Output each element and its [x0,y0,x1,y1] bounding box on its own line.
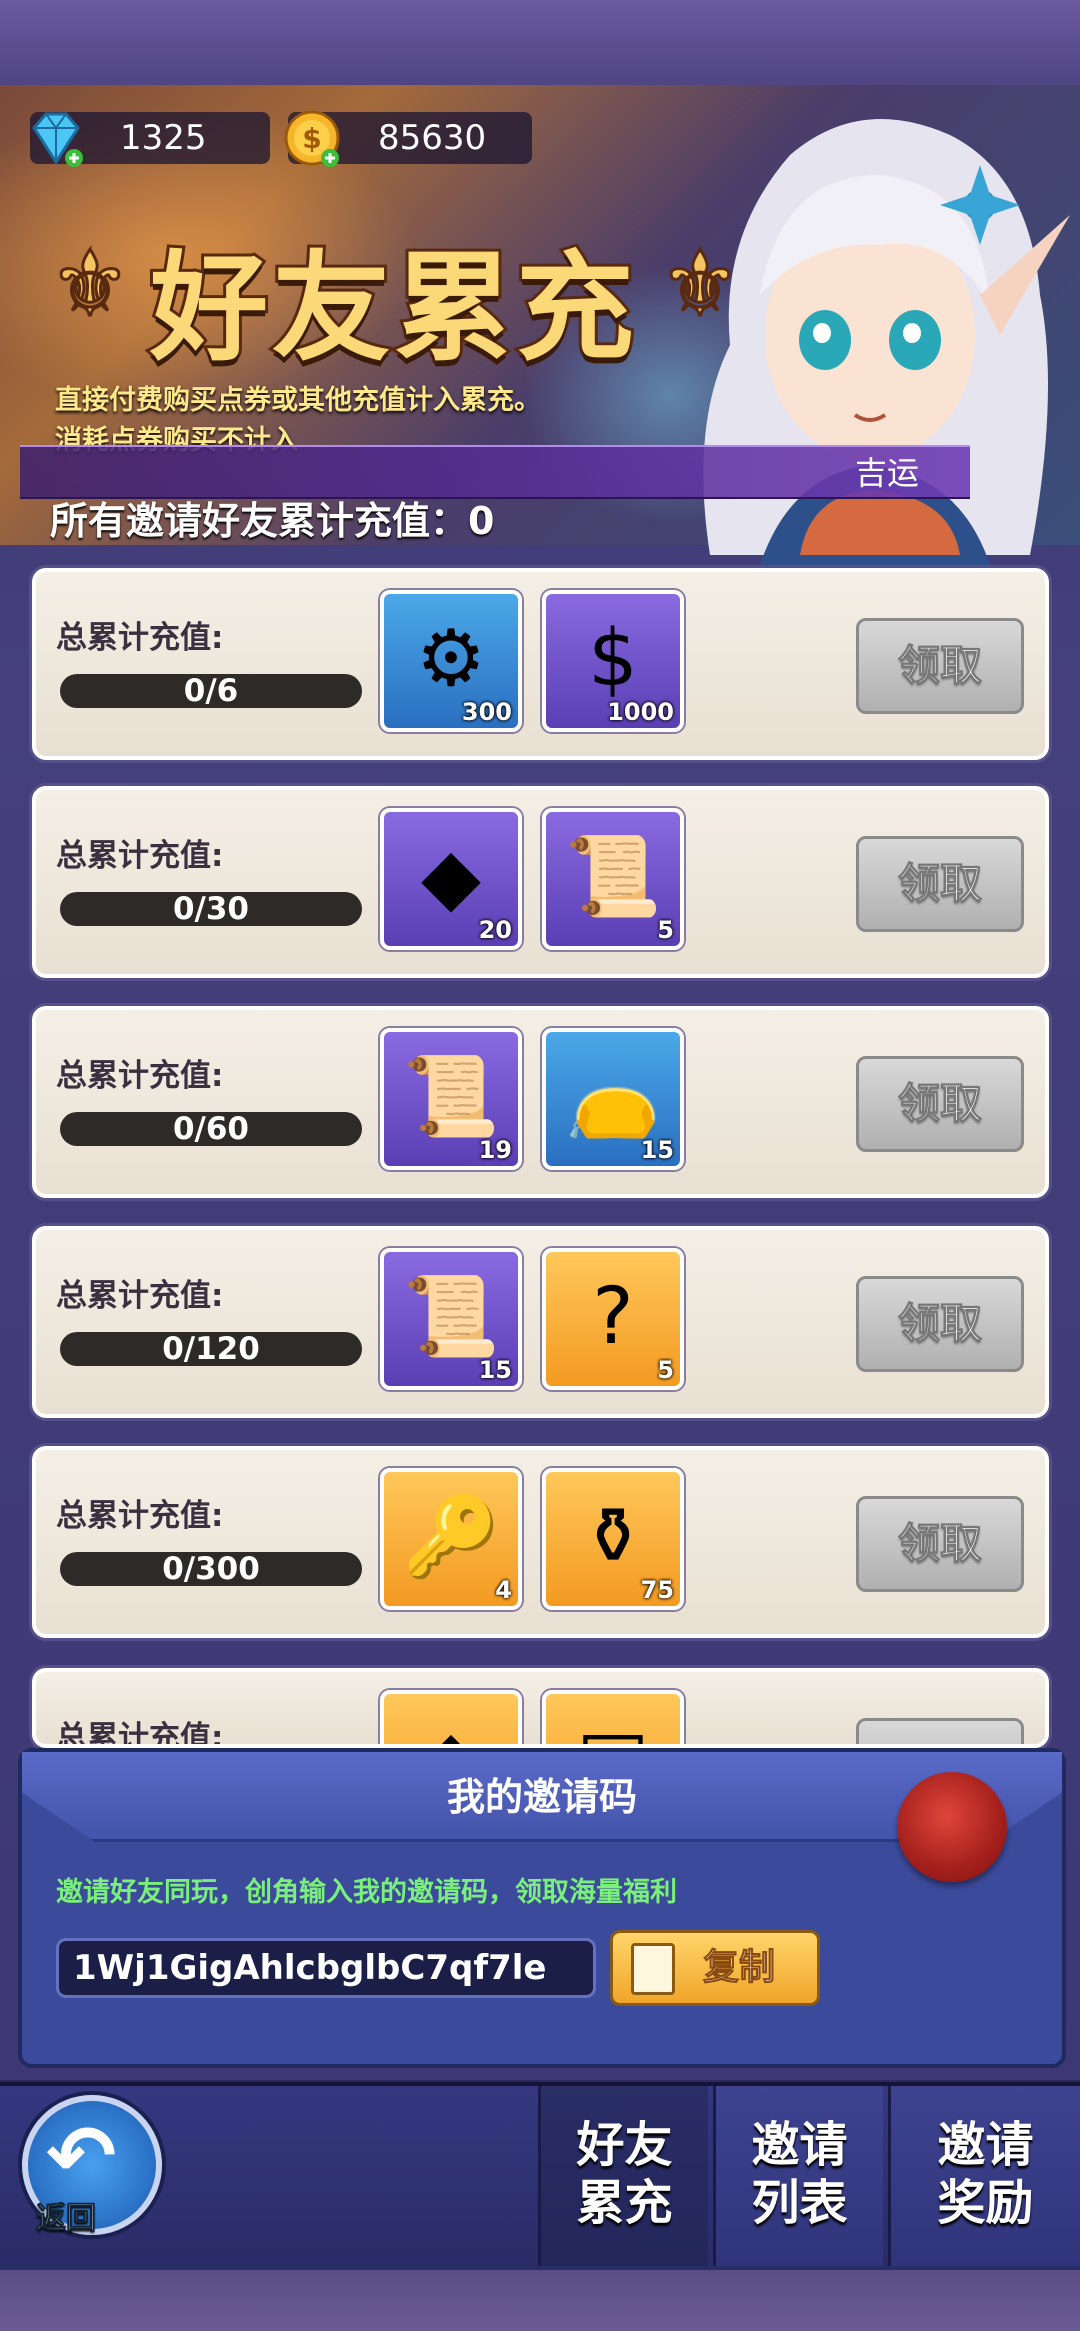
reward-item[interactable]: 🔑 4 [380,1468,522,1610]
progress-text: 0/6 [183,673,239,709]
claim-label: 领取 [897,859,982,909]
chest-icon: ▣ [546,1704,680,1744]
reward-item[interactable]: ◆ [380,1690,522,1744]
reward-item[interactable]: ⚙ 300 [380,590,522,732]
progress-bar: 0/6 [60,674,362,708]
reward-item[interactable]: 📜 19 [380,1028,522,1170]
back-arrow-icon: ↶ [46,2107,117,2205]
reward-count: 5 [657,1356,674,1384]
tier-label: 总累计充值: [56,1498,224,1534]
reward-item[interactable]: ? 5 [542,1248,684,1390]
title-block: ⚜ 好友累充 ⚜ [40,200,760,380]
subtitle-line1: 直接付费购买点券或其他充值计入累充。 [55,385,541,416]
total-recharge: 所有邀请好友累计充值：0 [50,499,495,543]
claim-label: 领取 [897,1079,982,1129]
reward-count: 1000 [607,698,674,726]
reward-item[interactable]: 📜 5 [542,808,684,950]
reward-count: 4 [495,1576,512,1604]
reward-tier-card: 总累计充值: 0/60 📜 19 👝 15 领取 [32,1006,1049,1198]
diamond-count: 1325 [120,118,207,158]
reward-item[interactable]: 📜 15 [380,1248,522,1390]
fleur-right-icon: ⚜ [658,232,742,337]
tier-label: 总累计充值: [56,1720,224,1748]
invite-code-field[interactable]: 1Wj1GigAhlcbglbC7qf7le [56,1938,596,1998]
copy-button[interactable]: 复制 [610,1930,820,2006]
progress-bar: 0/300 [60,1552,362,1586]
claim-button[interactable]: 领取 [856,1496,1024,1592]
diamond-icon: ◆ [384,1704,518,1744]
progress-text: 0/60 [172,1111,250,1147]
fleur-left-icon: ⚜ [48,232,132,337]
tab-label-line1: 邀请 [751,2117,848,2173]
reward-item[interactable]: 👝 15 [542,1028,684,1170]
reward-count: 20 [478,916,512,944]
reward-count: 5 [657,916,674,944]
progress-bar: 0/120 [60,1332,362,1366]
claim-label: 领取 [897,641,982,691]
invite-code-text: 1Wj1GigAhlcbglbC7qf7le [73,1948,547,1988]
reward-count: 300 [461,698,512,726]
reward-item[interactable]: ▣ [542,1690,684,1744]
claim-button[interactable]: 领取 [856,1056,1024,1152]
reward-tier-card: 总累计充值: 0/30 ◆ 20 📜 5 领取 [32,786,1049,978]
reward-tier-card: 总累计充值: ◆ ▣ [32,1668,1049,1748]
progress-text: 0/30 [172,891,250,927]
reward-count: 19 [478,1136,512,1164]
progress-bar: 0/30 [60,892,362,926]
bottom-scenery [0,2270,1080,2331]
wax-seal-icon [897,1772,1007,1882]
progress-text: 0/120 [162,1331,260,1367]
invite-description: 邀请好友同玩，创角输入我的邀请码，领取海量福利 [56,1877,677,1908]
tab-invite-list[interactable]: 邀请 列表 [713,2086,883,2266]
tab-label-line2: 奖励 [937,2175,1034,2231]
invite-code-panel: 我的邀请码 邀请好友同玩，创角输入我的邀请码，领取海量福利 1Wj1GigAhl… [18,1748,1066,2068]
tab-friend-recharge[interactable]: 好友 累充 [538,2086,708,2266]
tier-label: 总累计充值: [56,838,224,874]
back-label: 返回 [36,2201,97,2237]
gold-coin-icon[interactable]: $ [280,106,344,170]
reward-item[interactable]: ◆ 20 [380,808,522,950]
reward-item[interactable]: $ 1000 [542,590,684,732]
reward-tier-card: 总累计充值: 0/6 ⚙ 300 $ 1000 领取 [32,568,1049,760]
tab-invite-rewards[interactable]: 邀请 奖励 [888,2086,1080,2266]
reward-count: 15 [478,1356,512,1384]
tier-label: 总累计充值: [56,620,224,656]
tab-label-line2: 列表 [751,2175,848,2231]
progress-bar: 0/60 [60,1112,362,1146]
copy-icon [631,1943,675,1995]
claim-button[interactable]: 领取 [856,836,1024,932]
tab-label-line2: 累充 [576,2175,673,2231]
progress-text: 0/300 [162,1551,260,1587]
claim-label: 领取 [897,1519,982,1569]
reward-tier-card: 总累计充值: 0/300 🔑 4 ⚱ 75 领取 [32,1446,1049,1638]
tier-label: 总累计充值: [56,1278,224,1314]
reward-tier-card: 总累计充值: 0/120 📜 15 ? 5 领取 [32,1226,1049,1418]
tab-label-line1: 好友 [576,2117,673,2173]
claim-button[interactable]: 领取 [856,1276,1024,1372]
diamond-icon[interactable] [24,106,88,170]
copy-label: 复制 [702,1947,776,1989]
svg-text:$: $ [302,122,321,155]
page-title: 好友累充 [147,236,639,380]
tier-label: 总累计充值: [56,1058,224,1094]
tab-label-line1: 邀请 [937,2117,1034,2173]
claim-label: 领取 [897,1299,982,1349]
reward-count: 75 [640,1576,674,1604]
top-background [0,0,1080,90]
reward-item[interactable]: ⚱ 75 [542,1468,684,1610]
reward-count: 15 [640,1136,674,1164]
claim-button[interactable]: 领取 [856,618,1024,714]
coin-count: 85630 [378,118,487,158]
back-button[interactable]: ↶ 返回 [22,2095,162,2237]
lucky-label: 吉运 [855,454,920,492]
claim-button[interactable] [856,1718,1024,1744]
